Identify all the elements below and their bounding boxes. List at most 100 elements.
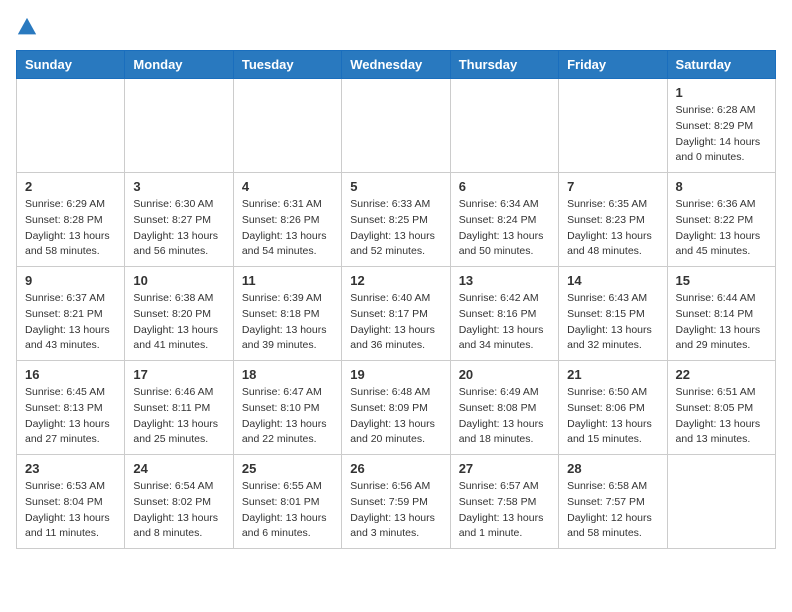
day-number: 2 bbox=[25, 179, 116, 194]
header bbox=[16, 16, 776, 38]
calendar-day-23: 23 Sunrise: 6:53 AM Sunset: 8:04 PM Dayli… bbox=[17, 455, 125, 549]
day-detail: Sunrise: 6:53 AM Sunset: 8:04 PM Dayligh… bbox=[25, 479, 116, 542]
day-detail: Sunrise: 6:40 AM Sunset: 8:17 PM Dayligh… bbox=[350, 291, 441, 354]
day-number: 21 bbox=[567, 367, 658, 382]
calendar-day-26: 26 Sunrise: 6:56 AM Sunset: 7:59 PM Dayli… bbox=[342, 455, 450, 549]
calendar-day-10: 10 Sunrise: 6:38 AM Sunset: 8:20 PM Dayli… bbox=[125, 267, 233, 361]
calendar-day-empty bbox=[17, 79, 125, 173]
day-number: 13 bbox=[459, 273, 550, 288]
calendar-day-empty bbox=[450, 79, 558, 173]
logo bbox=[16, 16, 42, 38]
day-number: 28 bbox=[567, 461, 658, 476]
day-detail: Sunrise: 6:36 AM Sunset: 8:22 PM Dayligh… bbox=[676, 197, 767, 260]
day-detail: Sunrise: 6:31 AM Sunset: 8:26 PM Dayligh… bbox=[242, 197, 333, 260]
calendar-day-empty bbox=[125, 79, 233, 173]
calendar-day-19: 19 Sunrise: 6:48 AM Sunset: 8:09 PM Dayli… bbox=[342, 361, 450, 455]
day-number: 11 bbox=[242, 273, 333, 288]
calendar-day-15: 15 Sunrise: 6:44 AM Sunset: 8:14 PM Dayli… bbox=[667, 267, 775, 361]
day-detail: Sunrise: 6:57 AM Sunset: 7:58 PM Dayligh… bbox=[459, 479, 550, 542]
logo-icon bbox=[16, 16, 38, 38]
day-number: 16 bbox=[25, 367, 116, 382]
day-number: 6 bbox=[459, 179, 550, 194]
day-detail: Sunrise: 6:30 AM Sunset: 8:27 PM Dayligh… bbox=[133, 197, 224, 260]
calendar-day-28: 28 Sunrise: 6:58 AM Sunset: 7:57 PM Dayli… bbox=[559, 455, 667, 549]
day-number: 10 bbox=[133, 273, 224, 288]
day-detail: Sunrise: 6:43 AM Sunset: 8:15 PM Dayligh… bbox=[567, 291, 658, 354]
day-number: 14 bbox=[567, 273, 658, 288]
day-detail: Sunrise: 6:45 AM Sunset: 8:13 PM Dayligh… bbox=[25, 385, 116, 448]
day-number: 19 bbox=[350, 367, 441, 382]
calendar-day-empty bbox=[342, 79, 450, 173]
day-detail: Sunrise: 6:46 AM Sunset: 8:11 PM Dayligh… bbox=[133, 385, 224, 448]
calendar-week-row: 16 Sunrise: 6:45 AM Sunset: 8:13 PM Dayli… bbox=[17, 361, 776, 455]
calendar-day-9: 9 Sunrise: 6:37 AM Sunset: 8:21 PM Daylig… bbox=[17, 267, 125, 361]
col-header-friday: Friday bbox=[559, 51, 667, 79]
col-header-tuesday: Tuesday bbox=[233, 51, 341, 79]
day-detail: Sunrise: 6:58 AM Sunset: 7:57 PM Dayligh… bbox=[567, 479, 658, 542]
calendar-day-13: 13 Sunrise: 6:42 AM Sunset: 8:16 PM Dayli… bbox=[450, 267, 558, 361]
day-number: 20 bbox=[459, 367, 550, 382]
day-detail: Sunrise: 6:38 AM Sunset: 8:20 PM Dayligh… bbox=[133, 291, 224, 354]
day-number: 8 bbox=[676, 179, 767, 194]
calendar-day-empty bbox=[667, 455, 775, 549]
day-detail: Sunrise: 6:42 AM Sunset: 8:16 PM Dayligh… bbox=[459, 291, 550, 354]
calendar-day-1: 1Sunrise: 6:28 AM Sunset: 8:29 PM Daylig… bbox=[667, 79, 775, 173]
day-number: 9 bbox=[25, 273, 116, 288]
calendar-day-empty bbox=[559, 79, 667, 173]
day-detail: Sunrise: 6:28 AM Sunset: 8:29 PM Dayligh… bbox=[676, 103, 767, 166]
calendar-day-18: 18 Sunrise: 6:47 AM Sunset: 8:10 PM Dayli… bbox=[233, 361, 341, 455]
calendar-week-row: 9 Sunrise: 6:37 AM Sunset: 8:21 PM Daylig… bbox=[17, 267, 776, 361]
day-detail: Sunrise: 6:50 AM Sunset: 8:06 PM Dayligh… bbox=[567, 385, 658, 448]
day-number: 27 bbox=[459, 461, 550, 476]
day-number: 5 bbox=[350, 179, 441, 194]
day-number: 22 bbox=[676, 367, 767, 382]
col-header-saturday: Saturday bbox=[667, 51, 775, 79]
day-detail: Sunrise: 6:47 AM Sunset: 8:10 PM Dayligh… bbox=[242, 385, 333, 448]
calendar-day-17: 17 Sunrise: 6:46 AM Sunset: 8:11 PM Dayli… bbox=[125, 361, 233, 455]
day-detail: Sunrise: 6:37 AM Sunset: 8:21 PM Dayligh… bbox=[25, 291, 116, 354]
day-number: 7 bbox=[567, 179, 658, 194]
day-number: 15 bbox=[676, 273, 767, 288]
calendar-day-8: 8 Sunrise: 6:36 AM Sunset: 8:22 PM Daylig… bbox=[667, 173, 775, 267]
day-number: 17 bbox=[133, 367, 224, 382]
col-header-sunday: Sunday bbox=[17, 51, 125, 79]
day-number: 4 bbox=[242, 179, 333, 194]
day-number: 23 bbox=[25, 461, 116, 476]
calendar-day-12: 12 Sunrise: 6:40 AM Sunset: 8:17 PM Dayli… bbox=[342, 267, 450, 361]
col-header-monday: Monday bbox=[125, 51, 233, 79]
day-detail: Sunrise: 6:44 AM Sunset: 8:14 PM Dayligh… bbox=[676, 291, 767, 354]
day-detail: Sunrise: 6:34 AM Sunset: 8:24 PM Dayligh… bbox=[459, 197, 550, 260]
calendar-day-24: 24 Sunrise: 6:54 AM Sunset: 8:02 PM Dayli… bbox=[125, 455, 233, 549]
calendar-day-20: 20 Sunrise: 6:49 AM Sunset: 8:08 PM Dayli… bbox=[450, 361, 558, 455]
calendar-day-3: 3 Sunrise: 6:30 AM Sunset: 8:27 PM Daylig… bbox=[125, 173, 233, 267]
calendar-week-row: 23 Sunrise: 6:53 AM Sunset: 8:04 PM Dayli… bbox=[17, 455, 776, 549]
calendar-day-4: 4 Sunrise: 6:31 AM Sunset: 8:26 PM Daylig… bbox=[233, 173, 341, 267]
day-detail: Sunrise: 6:35 AM Sunset: 8:23 PM Dayligh… bbox=[567, 197, 658, 260]
day-number: 18 bbox=[242, 367, 333, 382]
day-number: 12 bbox=[350, 273, 441, 288]
calendar-day-5: 5Sunrise: 6:33 AM Sunset: 8:25 PM Daylig… bbox=[342, 173, 450, 267]
day-detail: Sunrise: 6:29 AM Sunset: 8:28 PM Dayligh… bbox=[25, 197, 116, 260]
calendar-day-11: 11 Sunrise: 6:39 AM Sunset: 8:18 PM Dayli… bbox=[233, 267, 341, 361]
day-detail: Sunrise: 6:48 AM Sunset: 8:09 PM Dayligh… bbox=[350, 385, 441, 448]
day-detail: Sunrise: 6:54 AM Sunset: 8:02 PM Dayligh… bbox=[133, 479, 224, 542]
calendar-day-2: 2 Sunrise: 6:29 AM Sunset: 8:28 PM Daylig… bbox=[17, 173, 125, 267]
day-detail: Sunrise: 6:39 AM Sunset: 8:18 PM Dayligh… bbox=[242, 291, 333, 354]
day-number: 25 bbox=[242, 461, 333, 476]
day-number: 26 bbox=[350, 461, 441, 476]
day-number: 24 bbox=[133, 461, 224, 476]
calendar-day-22: 22Sunrise: 6:51 AM Sunset: 8:05 PM Dayli… bbox=[667, 361, 775, 455]
calendar-day-21: 21 Sunrise: 6:50 AM Sunset: 8:06 PM Dayli… bbox=[559, 361, 667, 455]
calendar-header-row: SundayMondayTuesdayWednesdayThursdayFrid… bbox=[17, 51, 776, 79]
calendar-day-16: 16 Sunrise: 6:45 AM Sunset: 8:13 PM Dayli… bbox=[17, 361, 125, 455]
col-header-thursday: Thursday bbox=[450, 51, 558, 79]
day-number: 3 bbox=[133, 179, 224, 194]
calendar-week-row: 2 Sunrise: 6:29 AM Sunset: 8:28 PM Daylig… bbox=[17, 173, 776, 267]
calendar-day-empty bbox=[233, 79, 341, 173]
calendar: SundayMondayTuesdayWednesdayThursdayFrid… bbox=[16, 50, 776, 549]
day-detail: Sunrise: 6:49 AM Sunset: 8:08 PM Dayligh… bbox=[459, 385, 550, 448]
day-detail: Sunrise: 6:56 AM Sunset: 7:59 PM Dayligh… bbox=[350, 479, 441, 542]
calendar-week-row: 1Sunrise: 6:28 AM Sunset: 8:29 PM Daylig… bbox=[17, 79, 776, 173]
calendar-day-14: 14 Sunrise: 6:43 AM Sunset: 8:15 PM Dayli… bbox=[559, 267, 667, 361]
calendar-day-7: 7 Sunrise: 6:35 AM Sunset: 8:23 PM Daylig… bbox=[559, 173, 667, 267]
